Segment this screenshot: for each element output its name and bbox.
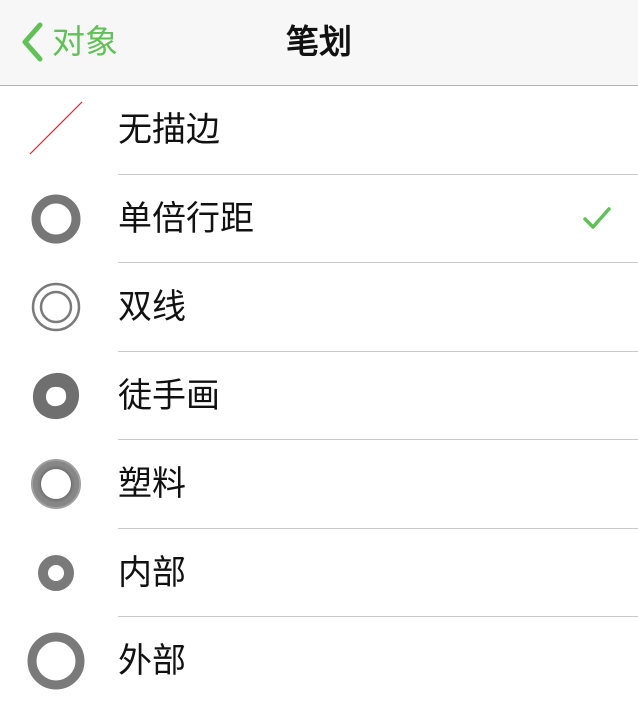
list-item-label: 内部 <box>118 552 186 593</box>
list-item-outer[interactable]: 外部 <box>0 617 638 706</box>
list-item-plastic[interactable]: 塑料 <box>0 440 638 529</box>
list-item-label: 塑料 <box>118 464 186 504</box>
list-item-freehand[interactable]: 徒手画 <box>0 352 638 440</box>
page-title: 笔划 <box>286 22 352 61</box>
list-item-single[interactable]: 单倍行距 <box>0 175 638 263</box>
navigation-bar: 对象 笔划 <box>0 0 638 86</box>
stroke-style-list: 无描边 单倍行距 双线 徒手画 塑料 内部 外部 <box>0 86 638 706</box>
list-item-label: 双线 <box>118 287 186 327</box>
plastic-ring-icon <box>26 454 86 514</box>
double-ring-icon <box>26 277 86 337</box>
no-stroke-icon <box>26 100 86 160</box>
list-item-label: 外部 <box>118 641 186 681</box>
inner-ring-icon <box>26 543 86 603</box>
list-item-label: 单倍行距 <box>118 198 254 239</box>
outer-ring-icon <box>26 631 86 691</box>
list-item-label: 徒手画 <box>118 375 220 416</box>
list-item-inner[interactable]: 内部 <box>0 529 638 617</box>
freehand-ring-icon <box>26 366 86 426</box>
list-item-no-stroke[interactable]: 无描边 <box>0 86 638 175</box>
single-ring-icon <box>26 189 86 249</box>
checkmark-icon <box>582 205 612 231</box>
list-item-double[interactable]: 双线 <box>0 263 638 352</box>
list-item-label: 无描边 <box>118 110 220 150</box>
